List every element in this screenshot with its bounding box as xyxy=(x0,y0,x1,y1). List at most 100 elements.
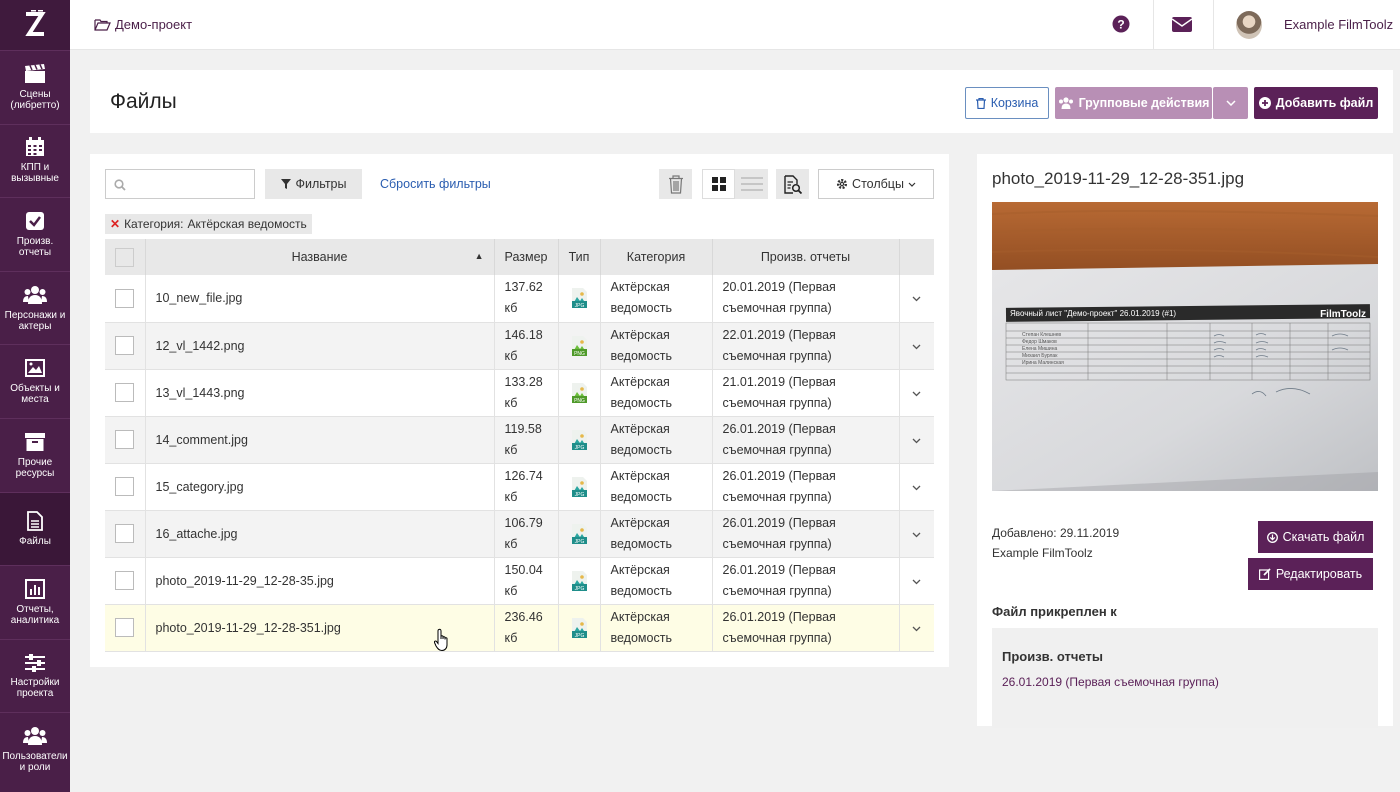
filters-button[interactable]: Фильтры xyxy=(265,169,362,199)
sidebar-item-scenes[interactable]: Сцены (либретто) xyxy=(0,50,70,124)
app-logo[interactable] xyxy=(0,0,70,50)
table-row[interactable]: 13_vl_1443.png 133.28 кб PNG Актёрская ведомо… xyxy=(105,369,934,417)
columns-button[interactable]: Столбцы xyxy=(818,169,934,199)
file-report[interactable]: 26.01.2019 (Первая съемочная группа) xyxy=(712,463,900,511)
file-category-line: ведомость xyxy=(610,442,672,457)
column-header-type[interactable]: Тип xyxy=(558,239,601,275)
column-header-category[interactable]: Категория xyxy=(600,239,713,275)
search-box[interactable] xyxy=(105,169,255,199)
row-checkbox-cell[interactable] xyxy=(105,604,146,652)
sidebar-item-characters[interactable]: Персонажи и актеры xyxy=(0,270,70,345)
file-name[interactable]: 15_category.jpg xyxy=(145,463,495,511)
table-row[interactable]: photo_2019-11-29_12-28-351.jpg 236.46 кб JP… xyxy=(105,604,934,652)
help-icon[interactable]: ? xyxy=(1112,15,1130,36)
file-name[interactable]: 12_vl_1442.png xyxy=(145,322,495,370)
row-checkbox-cell[interactable] xyxy=(105,416,146,464)
filter-icon xyxy=(280,179,291,189)
user-name[interactable]: Example FilmToolz xyxy=(1284,17,1393,32)
delete-button[interactable] xyxy=(659,169,692,199)
mail-icon[interactable] xyxy=(1171,17,1193,35)
file-category-line: ведомость xyxy=(610,348,672,363)
file-report[interactable]: 22.01.2019 (Первая съемочная группа) xyxy=(712,322,900,370)
table-row[interactable]: 16_attache.jpg 106.79 кб JPG Актёрская ведомо… xyxy=(105,510,934,558)
list-view-button[interactable] xyxy=(735,169,768,199)
row-expand[interactable] xyxy=(899,557,934,605)
file-report[interactable]: 26.01.2019 (Первая съемочная группа) xyxy=(712,416,900,464)
row-checkbox[interactable] xyxy=(115,571,135,590)
breadcrumb-label[interactable]: Демо-проект xyxy=(115,17,192,32)
row-checkbox-cell[interactable] xyxy=(105,557,146,605)
file-report[interactable]: 26.01.2019 (Первая съемочная группа) xyxy=(712,557,900,605)
group-actions-dropdown[interactable] xyxy=(1213,87,1248,119)
sidebar-item-objects[interactable]: Объекты и места xyxy=(0,344,70,418)
row-checkbox[interactable] xyxy=(115,618,135,637)
row-expand[interactable] xyxy=(899,604,934,652)
row-checkbox-cell[interactable] xyxy=(105,463,146,511)
file-name[interactable]: 10_new_file.jpg xyxy=(145,275,495,323)
row-checkbox[interactable] xyxy=(115,430,135,449)
sidebar-item-reports[interactable]: Произв. отчеты xyxy=(0,197,70,271)
table-row[interactable]: 14_comment.jpg 119.58 кб JPG Актёрская ведомо… xyxy=(105,416,934,464)
preview-button[interactable] xyxy=(776,169,809,199)
row-checkbox-cell[interactable] xyxy=(105,275,146,323)
table-row[interactable]: 10_new_file.jpg 137.62 кб JPG Актёрская ведом… xyxy=(105,275,934,323)
chevron-down-icon xyxy=(912,391,921,396)
select-all-header[interactable] xyxy=(105,239,146,275)
sidebar-item-files[interactable]: Файлы xyxy=(0,491,70,566)
file-report[interactable]: 26.01.2019 (Первая съемочная группа) xyxy=(712,510,900,558)
row-expand[interactable] xyxy=(899,510,934,558)
table-row[interactable]: 12_vl_1442.png 146.18 кб PNG Актёрская ведомо… xyxy=(105,322,934,370)
file-size-unit: кб xyxy=(504,442,518,457)
column-header-reports[interactable]: Произв. отчеты xyxy=(712,239,900,275)
file-type-label: JPG xyxy=(574,539,584,544)
file-name[interactable]: 13_vl_1443.png xyxy=(145,369,495,417)
file-report[interactable]: 26.01.2019 (Первая съемочная группа) xyxy=(712,604,900,652)
select-all-checkbox[interactable] xyxy=(115,247,135,267)
row-checkbox-cell[interactable] xyxy=(105,510,146,558)
file-report-line: 26.01.2019 (Первая xyxy=(722,421,836,436)
remove-filter-icon[interactable]: ✕ xyxy=(110,217,120,231)
file-type: JPG xyxy=(558,510,601,558)
file-name[interactable]: photo_2019-11-29_12-28-35.jpg xyxy=(145,557,495,605)
sidebar-item-settings[interactable]: Настройки проекта xyxy=(0,638,70,713)
row-expand[interactable] xyxy=(899,416,934,464)
file-report[interactable]: 20.01.2019 (Первая съемочная группа) xyxy=(712,275,900,323)
sidebar-item-users[interactable]: Пользователи и роли xyxy=(0,712,70,786)
edit-button[interactable]: Редактировать xyxy=(1248,558,1373,590)
avatar[interactable] xyxy=(1236,11,1262,39)
reset-filters-link[interactable]: Сбросить фильтры xyxy=(380,177,491,191)
filter-chip[interactable]: ✕ Категория: Актёрская ведомость xyxy=(105,214,312,234)
grid-view-button[interactable] xyxy=(702,169,735,199)
trash-button[interactable]: Корзина xyxy=(965,87,1049,119)
sidebar-item-resources[interactable]: Прочие ресурсы xyxy=(0,417,70,492)
file-report[interactable]: 21.01.2019 (Первая съемочная группа) xyxy=(712,369,900,417)
add-file-button[interactable]: Добавить файл xyxy=(1254,87,1378,119)
sidebar-item-analytics[interactable]: Отчеты, аналитика xyxy=(0,565,70,639)
row-checkbox[interactable] xyxy=(115,477,135,496)
file-name[interactable]: 14_comment.jpg xyxy=(145,416,495,464)
sidebar-item-kpp[interactable]: КПП и вызывные xyxy=(0,123,70,198)
file-size: 106.79 кб xyxy=(494,510,559,558)
file-size: 146.18 кб xyxy=(494,322,559,370)
row-checkbox[interactable] xyxy=(115,288,135,308)
row-checkbox[interactable] xyxy=(115,336,135,355)
row-checkbox[interactable] xyxy=(115,524,135,543)
row-expand[interactable] xyxy=(899,322,934,370)
attached-report-link[interactable]: 26.01.2019 (Первая съемочная группа) xyxy=(1002,675,1219,689)
row-expand[interactable] xyxy=(899,369,934,417)
row-checkbox[interactable] xyxy=(115,383,135,402)
table-row[interactable]: 15_category.jpg 126.74 кб JPG Актёрская ведом… xyxy=(105,463,934,511)
row-expand[interactable] xyxy=(899,275,934,323)
row-expand[interactable] xyxy=(899,463,934,511)
download-button[interactable]: Скачать файл xyxy=(1258,521,1373,553)
column-header-size[interactable]: Размер xyxy=(494,239,559,275)
row-checkbox-cell[interactable] xyxy=(105,322,146,370)
group-actions-button[interactable]: Групповые действия xyxy=(1055,87,1212,119)
column-header-name[interactable]: Название ▲ xyxy=(145,239,495,275)
detail-title: photo_2019-11-29_12-28-351.jpg xyxy=(992,169,1245,188)
row-checkbox-cell[interactable] xyxy=(105,369,146,417)
table-row[interactable]: photo_2019-11-29_12-28-35.jpg 150.04 кб JPG… xyxy=(105,557,934,605)
file-name[interactable]: 16_attache.jpg xyxy=(145,510,495,558)
breadcrumb[interactable]: Демо-проект xyxy=(94,17,192,32)
file-preview-image[interactable]: Явочный лист "Демо-проект" 26.01.2019 (#… xyxy=(992,202,1378,491)
